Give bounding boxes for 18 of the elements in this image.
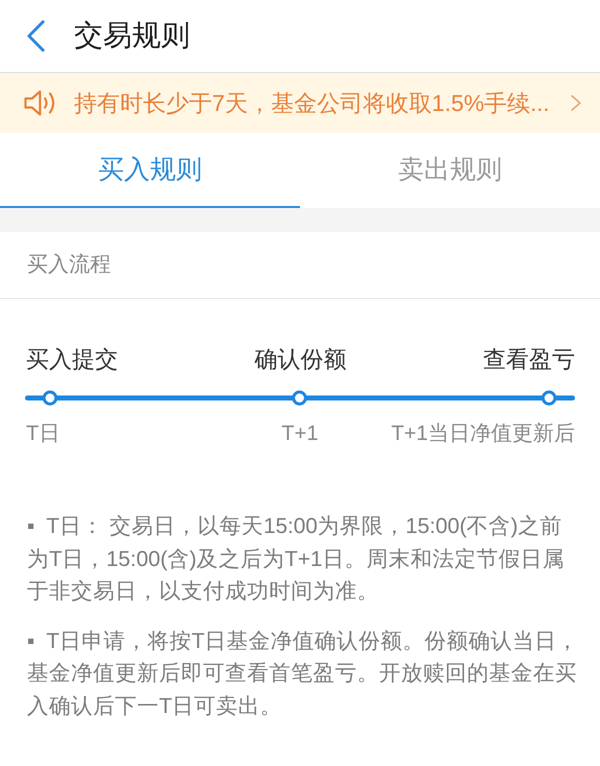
- rule-text: ▪ T日申请，将按T日基金净值确认份额。份额确认当日，基金净值更新后即可查看首笔盈亏。开放赎回的基金在买入确认后下一T日可卖出。: [27, 626, 579, 720]
- step-label: 查看盈亏: [483, 345, 575, 373]
- step-label: 确认份额: [254, 345, 346, 373]
- notice-bar[interactable]: 持有时长少于7天，基金公司将收取1.5%手续...: [0, 73, 600, 133]
- step-dot-icon: [42, 390, 58, 406]
- step-time: T日: [26, 421, 60, 447]
- chevron-right-icon: [571, 95, 581, 111]
- step-time: T+1当日净值更新后: [391, 421, 575, 447]
- step-dot-icon: [542, 390, 556, 406]
- step-label: 买入提交: [26, 345, 118, 373]
- step-dot-icon: [292, 390, 307, 406]
- step-time: T+1: [282, 421, 318, 447]
- back-button[interactable]: [27, 20, 45, 52]
- page-title: 交易规则: [74, 19, 190, 54]
- chevron-left-icon: [27, 20, 45, 52]
- rule-text: ▪ T日： 交易日，以每天15:00为界限，15:00(不含)之前为T日，15:00(含)及之后为T+1日。周末和法定节假日属于非交易日，以支付成功时间为准。: [27, 512, 566, 605]
- notice-text: 持有时长少于7天，基金公司将收取1.5%手续...: [74, 89, 550, 118]
- section-title: 买入流程: [27, 252, 111, 278]
